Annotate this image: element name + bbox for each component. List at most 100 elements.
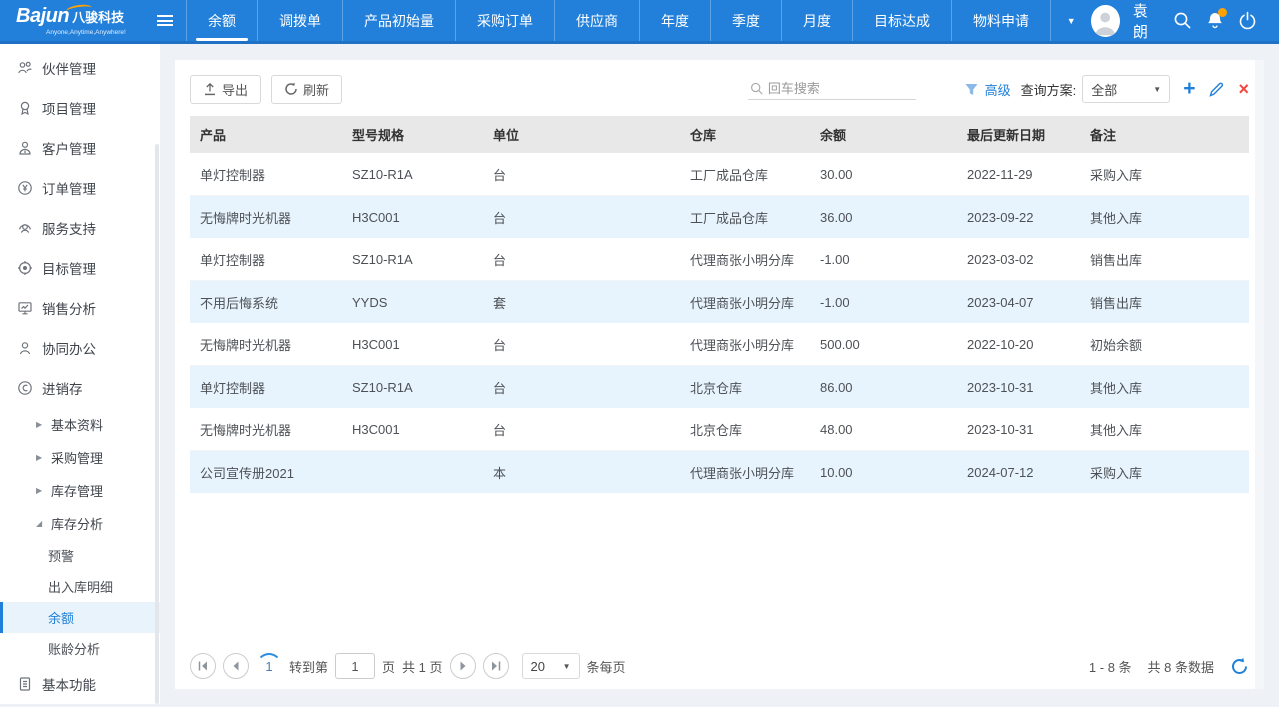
document-icon [17,676,33,692]
table-row[interactable]: 无悔牌时光机器H3C001台北京仓库48.002023-10-31其他入库 [190,408,1249,451]
sidebar-item-label: 客户管理 [42,138,96,158]
column-header-remark: 备注 [1080,116,1249,153]
page-size-select[interactable]: 20 ▼ [522,653,580,679]
current-page-button[interactable]: 1 [256,653,282,679]
customer-icon [17,140,33,156]
main-content-area: 导出 刷新 高级 查询方案: 全部 ▼ [160,44,1279,704]
goto-page-input[interactable] [335,653,375,679]
partners-icon [17,60,33,76]
table-row[interactable]: 公司宣传册2021本代理商张小明分库10.002024-07-12采购入库 [190,451,1249,494]
table-cell: 2023-10-31 [957,408,1080,451]
coin-icon [17,380,33,396]
sidebar-item-basic-functions[interactable]: 基本功能 [0,664,160,704]
sidebar-item-project-mgmt[interactable]: 项目管理 [0,88,160,128]
reload-data-icon[interactable] [1230,657,1249,676]
last-page-icon [490,660,502,672]
column-header-warehouse: 仓库 [680,116,810,153]
goto-page-suffix: 页 [382,657,395,676]
sidebar-item-service-support[interactable]: 服务支持 [0,208,160,248]
tab-supplier[interactable]: 供应商 [554,0,639,41]
sidebar-item-label: 服务支持 [42,218,96,238]
table-cell: 台 [483,153,680,196]
table-cell: 销售出库 [1080,238,1249,281]
total-pages-label: 共 1 页 [402,657,442,676]
edit-query-plan-button[interactable] [1208,81,1225,98]
toolbar: 导出 刷新 高级 查询方案: 全部 ▼ [190,74,1249,104]
table-cell: 代理商张小明分库 [680,238,810,281]
global-search-button[interactable] [1172,10,1192,32]
table-cell: 2023-03-02 [957,238,1080,281]
search-icon [750,81,763,96]
panel-scrollbar[interactable] [1255,60,1264,689]
table-row[interactable]: 无悔牌时光机器H3C001台工厂成品仓库36.002023-09-22其他入库 [190,196,1249,239]
notifications-button[interactable] [1205,10,1225,32]
tab-transfer-order[interactable]: 调拨单 [257,0,342,41]
tab-goal-achievement[interactable]: 目标达成 [852,0,951,41]
tab-month[interactable]: 月度 [781,0,852,41]
sidebar-item-inventory[interactable]: 进销存 [0,368,160,408]
pencil-icon [1208,81,1225,98]
sidebar-subitem-basic-data[interactable]: ▶ 基本资料 [0,408,160,441]
table-row[interactable]: 无悔牌时光机器H3C001台代理商张小明分库500.002022-10-20初始… [190,323,1249,366]
table-row[interactable]: 单灯控制器SZ10-R1A台工厂成品仓库30.002022-11-29采购入库 [190,153,1249,196]
first-page-button[interactable] [190,653,216,679]
sidebar-leaf-warning[interactable]: 预警 [0,540,160,571]
sidebar-subitem-purchase-mgmt[interactable]: ▶ 采购管理 [0,441,160,474]
last-page-button[interactable] [483,653,509,679]
tab-material-request[interactable]: 物料申请 [951,0,1051,41]
delete-query-plan-button[interactable]: × [1238,80,1249,98]
table-cell: 30.00 [810,153,957,196]
sidebar-item-label: 协同办公 [42,338,96,358]
sidebar-scrollbar[interactable] [155,144,159,704]
tab-quarter[interactable]: 季度 [710,0,781,41]
tab-purchase-order[interactable]: 采购订单 [455,0,554,41]
sidebar-item-sales-analysis[interactable]: 销售分析 [0,288,160,328]
search-field [748,78,916,100]
previous-page-button[interactable] [223,653,249,679]
goto-page-prefix: 转到第 [289,657,328,676]
expanded-triangle-icon: ◢ [36,519,45,528]
column-header-model-spec: 型号规格 [342,116,483,153]
sidebar-item-collaboration[interactable]: 协同办公 [0,328,160,368]
table-cell: 北京仓库 [680,408,810,451]
table-row[interactable]: 单灯控制器SZ10-R1A台北京仓库86.002023-10-31其他入库 [190,366,1249,409]
advanced-search-link[interactable]: 高级 [985,80,1011,99]
table-row[interactable]: 不用后悔系统YYDS套代理商张小明分库-1.002023-04-07销售出库 [190,281,1249,324]
export-button[interactable]: 导出 [190,75,261,104]
table-cell: 500.00 [810,323,957,366]
refresh-button[interactable]: 刷新 [271,75,342,104]
add-query-plan-button[interactable]: + [1183,79,1195,99]
query-plan-select[interactable]: 全部 ▼ [1082,75,1170,103]
table-cell: 北京仓库 [680,366,810,409]
user-name[interactable]: 袁朗 [1133,0,1160,42]
next-page-button[interactable] [450,653,476,679]
tab-year[interactable]: 年度 [639,0,710,41]
collapse-triangle-icon: ▶ [36,420,45,429]
tab-balance[interactable]: 余额 [186,0,257,41]
sidebar-subitem-stock-mgmt[interactable]: ▶ 库存管理 [0,474,160,507]
search-input[interactable] [768,81,914,96]
sidebar-item-label: 销售分析 [42,298,96,318]
sidebar-subitem-stock-analysis[interactable]: ◢ 库存分析 [0,507,160,540]
more-tabs-dropdown[interactable]: ▼ [1051,0,1091,41]
logout-button[interactable] [1238,10,1258,32]
target-icon [17,260,33,276]
sidebar-leaf-aging-analysis[interactable]: 账龄分析 [0,633,160,664]
table-cell: 其他入库 [1080,366,1249,409]
table-row[interactable]: 单灯控制器SZ10-R1A台代理商张小明分库-1.002023-03-02销售出… [190,238,1249,281]
sidebar-item-customer-mgmt[interactable]: 客户管理 [0,128,160,168]
sidebar-item-partner-mgmt[interactable]: 伙伴管理 [0,48,160,88]
range-text: 1 - 8 条 [1089,657,1132,676]
sidebar-leaf-in-out-detail[interactable]: 出入库明细 [0,571,160,602]
sidebar-leaf-balance[interactable]: 余额 [0,602,160,633]
collapse-triangle-icon: ▶ [36,486,45,495]
sidebar-item-label: 进销存 [42,378,83,398]
sidebar-item-goal-mgmt[interactable]: 目标管理 [0,248,160,288]
sidebar-item-order-mgmt[interactable]: 订单管理 [0,168,160,208]
top-navigation-bar: Bajun 八骏科技 Anyone,Anytime,Anywhere! 余额 调… [0,0,1279,44]
menu-toggle-button[interactable] [144,0,186,41]
tab-product-initial-qty[interactable]: 产品初始量 [342,0,455,41]
page-size-value: 20 [531,659,545,674]
toolbar-right-group: 高级 查询方案: 全部 ▼ + × [748,75,1249,103]
user-avatar[interactable] [1091,5,1119,37]
